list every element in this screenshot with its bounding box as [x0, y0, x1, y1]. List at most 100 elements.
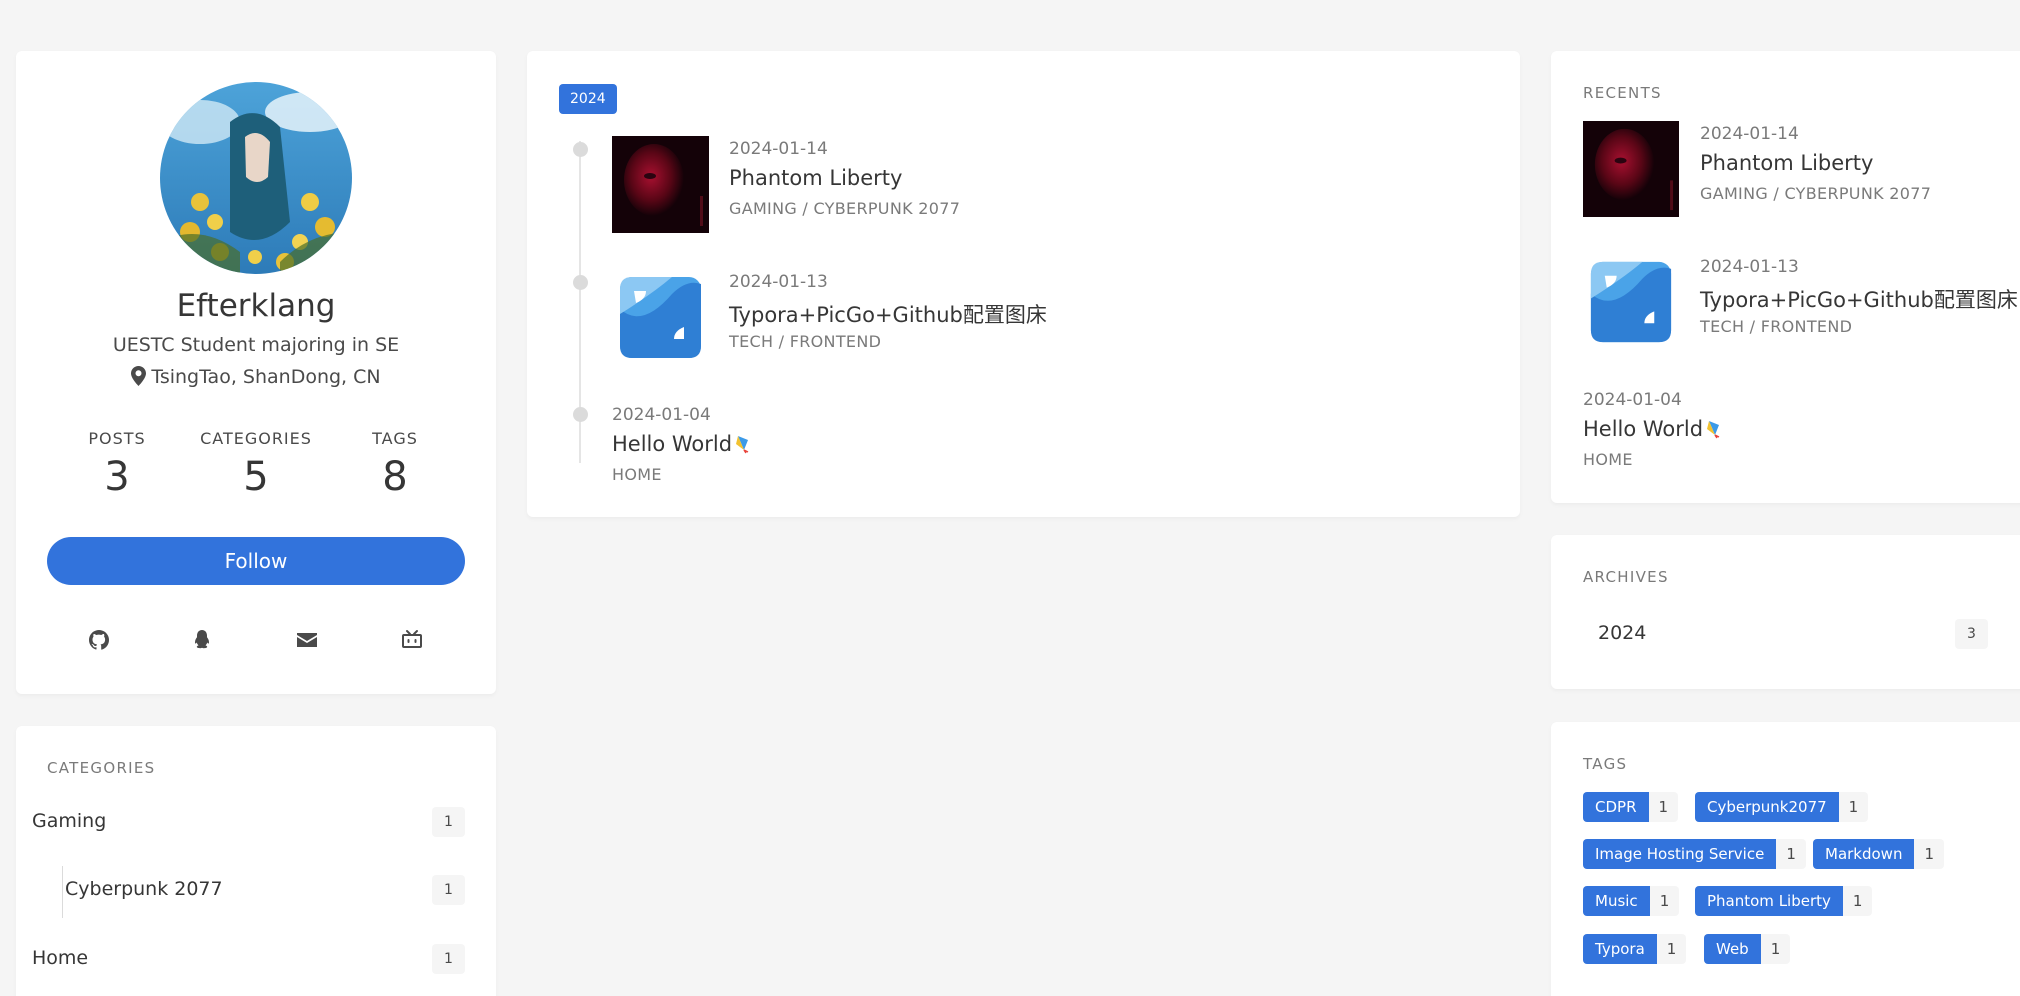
- categories-card: CATEGORIES Gaming 1 Cyberpunk 2077 1 Hom…: [16, 726, 496, 996]
- tag-name: Cyberpunk2077: [1695, 792, 1839, 822]
- tag-cyberpunk2077[interactable]: Cyberpunk2077 1: [1695, 792, 1869, 822]
- email-icon: [297, 633, 317, 647]
- recent-title[interactable]: Typora+PicGo+Github配置图床: [1700, 284, 2018, 314]
- tag-cdpr[interactable]: CDPR 1: [1583, 792, 1679, 822]
- post-category[interactable]: HOME: [612, 465, 662, 484]
- recent-category[interactable]: HOME: [1583, 450, 1633, 469]
- tag-typora[interactable]: Typora 1: [1583, 934, 1687, 964]
- tag-name: Markdown: [1813, 839, 1915, 869]
- post-thumbnail[interactable]: [612, 269, 709, 366]
- tag-count: 1: [1914, 839, 1945, 869]
- profile-stats: POSTS 3 CATEGORIES 5 TAGS 8: [47, 429, 465, 519]
- tags-card: TAGS CDPR 1 Cyberpunk2077 1 Image Hosting …: [1551, 722, 2020, 996]
- kite-emoji-icon: [1707, 421, 1720, 439]
- stat-tags[interactable]: TAGS 8: [325, 429, 465, 500]
- post-title-text: Hello World: [612, 432, 733, 456]
- tag-count: 1: [1648, 792, 1679, 822]
- archives-card: ARCHIVES 2024 3: [1551, 535, 2020, 689]
- archives-title: ARCHIVES: [1583, 568, 1669, 586]
- tag-image-hosting-service[interactable]: Image Hosting Service 1: [1583, 839, 1806, 869]
- recent-category[interactable]: TECH / FRONTEND: [1700, 317, 1852, 336]
- qq-icon: [195, 630, 209, 649]
- recent-category[interactable]: GAMING / CYBERPUNK 2077: [1700, 184, 1931, 203]
- stat-value: 8: [382, 454, 408, 500]
- recent-date: 2024-01-13: [1700, 257, 1799, 277]
- tag-count: 1: [1842, 886, 1873, 916]
- tag-name: Phantom Liberty: [1695, 886, 1843, 916]
- recent-thumbnail[interactable]: [1583, 121, 1679, 217]
- archive-name: 2024: [1598, 622, 1647, 644]
- github-icon: [89, 630, 110, 650]
- archive-item-2024[interactable]: 2024 3: [1598, 615, 1988, 655]
- post-title[interactable]: Phantom Liberty: [729, 166, 902, 190]
- tag-phantom-liberty[interactable]: Phantom Liberty 1: [1695, 886, 1873, 916]
- post-date: 2024-01-14: [729, 139, 828, 159]
- email-link[interactable]: [295, 628, 319, 652]
- bilibili-icon: [402, 630, 422, 648]
- post-title[interactable]: Hello World: [612, 432, 754, 456]
- picgo-thumbnail: [1590, 261, 1672, 343]
- category-name: Home: [32, 947, 89, 969]
- stat-categories[interactable]: CATEGORIES 5: [186, 429, 326, 500]
- stat-label: TAGS: [372, 429, 418, 448]
- tag-count: 1: [1649, 886, 1680, 916]
- phantom-liberty-thumbnail: [612, 136, 709, 233]
- tag-name: Typora: [1583, 934, 1657, 964]
- tag-music[interactable]: Music 1: [1583, 886, 1680, 916]
- recents-card: RECENTS 2024-01-14 Phantom Liberty GAMIN…: [1551, 51, 2020, 503]
- tags-title: TAGS: [1583, 755, 1628, 773]
- tag-name: Music: [1583, 886, 1650, 916]
- tag-name: Web: [1704, 934, 1761, 964]
- tag-markdown[interactable]: Markdown 1: [1813, 839, 1945, 869]
- timeline-dot: [573, 142, 588, 157]
- tag-web[interactable]: Web 1: [1704, 934, 1791, 964]
- category-item-home[interactable]: Home 1: [32, 940, 465, 980]
- kite-emoji-icon: [736, 436, 749, 454]
- tag-name: Image Hosting Service: [1583, 839, 1777, 869]
- profile-location: TsingTao, ShanDong, CN: [16, 366, 496, 388]
- stat-value: 5: [243, 454, 269, 500]
- category-item-cyberpunk-2077[interactable]: Cyberpunk 2077 1: [32, 871, 465, 911]
- category-count: 1: [432, 944, 465, 974]
- tag-count: 1: [1656, 934, 1687, 964]
- post-thumbnail[interactable]: [612, 136, 709, 233]
- profile-location-text: TsingTao, ShanDong, CN: [151, 366, 381, 388]
- post-category[interactable]: GAMING / CYBERPUNK 2077: [729, 199, 960, 218]
- category-item-gaming[interactable]: Gaming 1: [32, 803, 465, 843]
- categories-title: CATEGORIES: [47, 759, 156, 777]
- recents-title: RECENTS: [1583, 84, 1662, 102]
- qq-link[interactable]: [190, 628, 214, 652]
- stat-posts[interactable]: POSTS 3: [47, 429, 187, 500]
- subcategory-indent-line: [62, 866, 63, 918]
- archive-count: 3: [1955, 619, 1988, 649]
- stat-label: CATEGORIES: [200, 429, 312, 448]
- github-link[interactable]: [87, 628, 111, 652]
- timeline-card: 2024 2024-01-14 Phantom Liberty GAMING /…: [527, 51, 1520, 517]
- stat-label: POSTS: [88, 429, 146, 448]
- avatar-image: [160, 82, 352, 274]
- profile-bio: UESTC Student majoring in SE: [112, 334, 400, 356]
- follow-button[interactable]: Follow: [47, 537, 465, 585]
- timeline-year-tag[interactable]: 2024: [559, 84, 617, 114]
- post-category[interactable]: TECH / FRONTEND: [729, 332, 881, 351]
- category-count: 1: [432, 875, 465, 905]
- avatar[interactable]: [160, 82, 352, 274]
- bilibili-link[interactable]: [400, 628, 424, 652]
- picgo-thumbnail: [620, 277, 701, 358]
- recent-title[interactable]: Hello World: [1583, 417, 1725, 441]
- tag-count: 1: [1760, 934, 1791, 964]
- category-name: Cyberpunk 2077: [65, 878, 223, 900]
- recent-title[interactable]: Phantom Liberty: [1700, 151, 1873, 175]
- tag-count: 1: [1838, 792, 1869, 822]
- recent-title-text: Hello World: [1583, 417, 1704, 441]
- post-date: 2024-01-04: [612, 405, 711, 425]
- post-date: 2024-01-13: [729, 272, 828, 292]
- tag-count: 1: [1776, 839, 1806, 869]
- post-title[interactable]: Typora+PicGo+Github配置图床: [729, 299, 1047, 329]
- recent-date: 2024-01-14: [1700, 124, 1799, 144]
- tag-name: CDPR: [1583, 792, 1649, 822]
- timeline-dot: [573, 275, 588, 290]
- map-marker-icon: [131, 366, 147, 386]
- recent-thumbnail[interactable]: [1583, 254, 1679, 350]
- timeline-dot: [573, 407, 588, 422]
